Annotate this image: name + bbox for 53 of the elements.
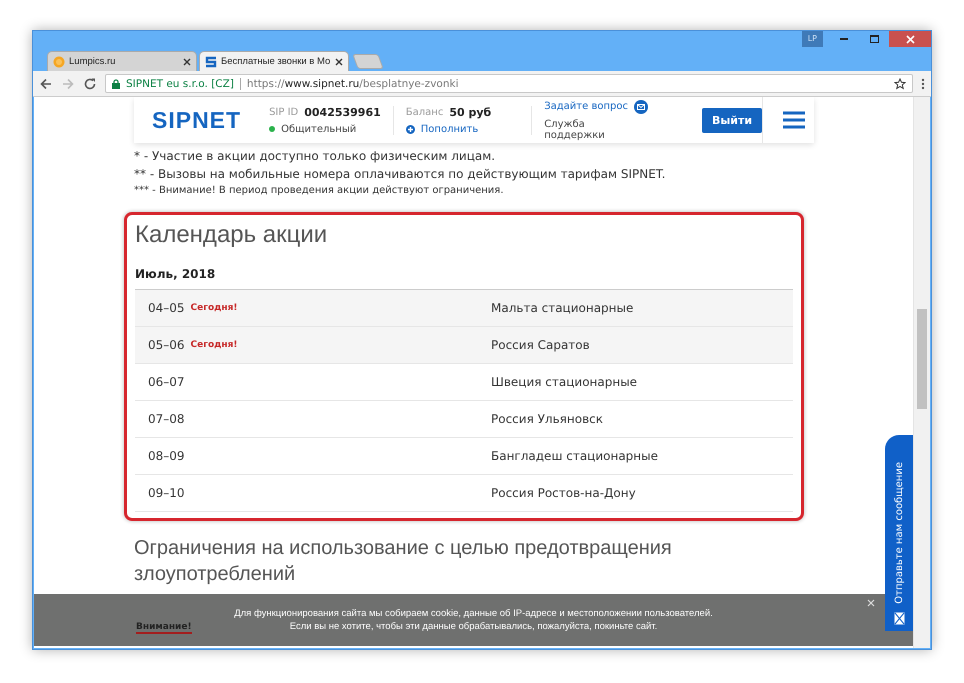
browser-tab[interactable]: Бесплатные звонки в Мо [199,51,349,71]
date-range: 07–08 [148,412,185,426]
mail-icon[interactable] [634,100,648,114]
warning-link[interactable]: Внимание! [136,622,192,634]
destination: Швеция стационарные [491,375,638,389]
destination: Россия Ростов-на-Дону [491,486,636,500]
date-range: 06–07 [148,375,185,389]
lock-icon [112,78,120,88]
sun-icon [53,56,65,68]
cookie-text: Для функционирования сайта мы собираем cookie, данные об IP-адресе и местоположении пользователей. Если вы не хотите, чтобы эти данные обрабатывались, пожалуйста, покиньте сайт. [234,606,714,634]
plus-icon [406,124,415,134]
menu-icon[interactable] [921,78,925,90]
destination: Мальта стационарные [491,301,634,315]
sip-id-label: SIP ID [269,106,298,118]
today-label: Сегодня! [190,303,238,313]
section-heading: Ограничения на использование с целью предотвращения злоупотреблений [134,536,673,587]
destination: Россия Ульяновск [491,412,603,426]
profile-badge[interactable]: LP [802,31,823,47]
scrollbar[interactable] [913,97,930,648]
browser-tab[interactable]: Lumpics.ru [47,51,197,71]
today-label: Сегодня! [190,340,238,350]
support-text: Служба поддержки [544,118,606,140]
site-identity: SIPNET eu s.r.o. [CZ] [126,78,234,90]
menu-icon[interactable] [783,111,806,129]
reload-icon[interactable] [83,76,97,90]
status-dot [269,126,276,132]
date-range: 05–06 [148,338,185,352]
status-text: Общительный [281,124,356,134]
top-up-link[interactable]: Пополнить [420,124,478,134]
address-bar[interactable]: SIPNET eu s.r.o. [CZ] https://www.sipnet.ru/besplatnye-zvonki [105,74,913,93]
feedback-tab[interactable]: Отправьте нам сообщение [885,435,913,631]
balance-value: 50 руб [449,106,492,118]
date-range: 09–10 [148,486,185,500]
url-text: https://www.sipnet.ru/besplatnye-zvonki [246,78,460,90]
date-range: 08–09 [148,449,185,463]
star-icon[interactable] [894,78,906,90]
destination: Бангладеш стационарные [491,449,658,463]
close-icon[interactable] [183,58,191,66]
balance-label: Баланс [406,106,444,118]
footnote: * - Участие в акции доступно только физическим лицам. [134,149,496,163]
footnote: *** - Внимание! В период проведения акции действуют ограничения. [134,185,504,196]
footnote: ** - Вызовы на мобильные номера оплачиваются по действующим тарифам SIPNET. [134,167,666,181]
logo[interactable]: SIPNET [134,106,258,134]
sip-id: 0042539961 [304,106,381,118]
close-icon[interactable] [335,58,343,66]
mail-icon [894,612,904,625]
date-range: 04–05 [148,301,185,315]
logout-button[interactable]: Выйти [702,108,762,132]
calendar-title: Календарь акции [135,221,328,249]
ask-question-link[interactable]: Задайте вопрос [544,101,628,112]
s-logo-icon [205,56,217,68]
back-icon[interactable] [39,76,53,90]
destination: Россия Саратов [491,338,590,352]
